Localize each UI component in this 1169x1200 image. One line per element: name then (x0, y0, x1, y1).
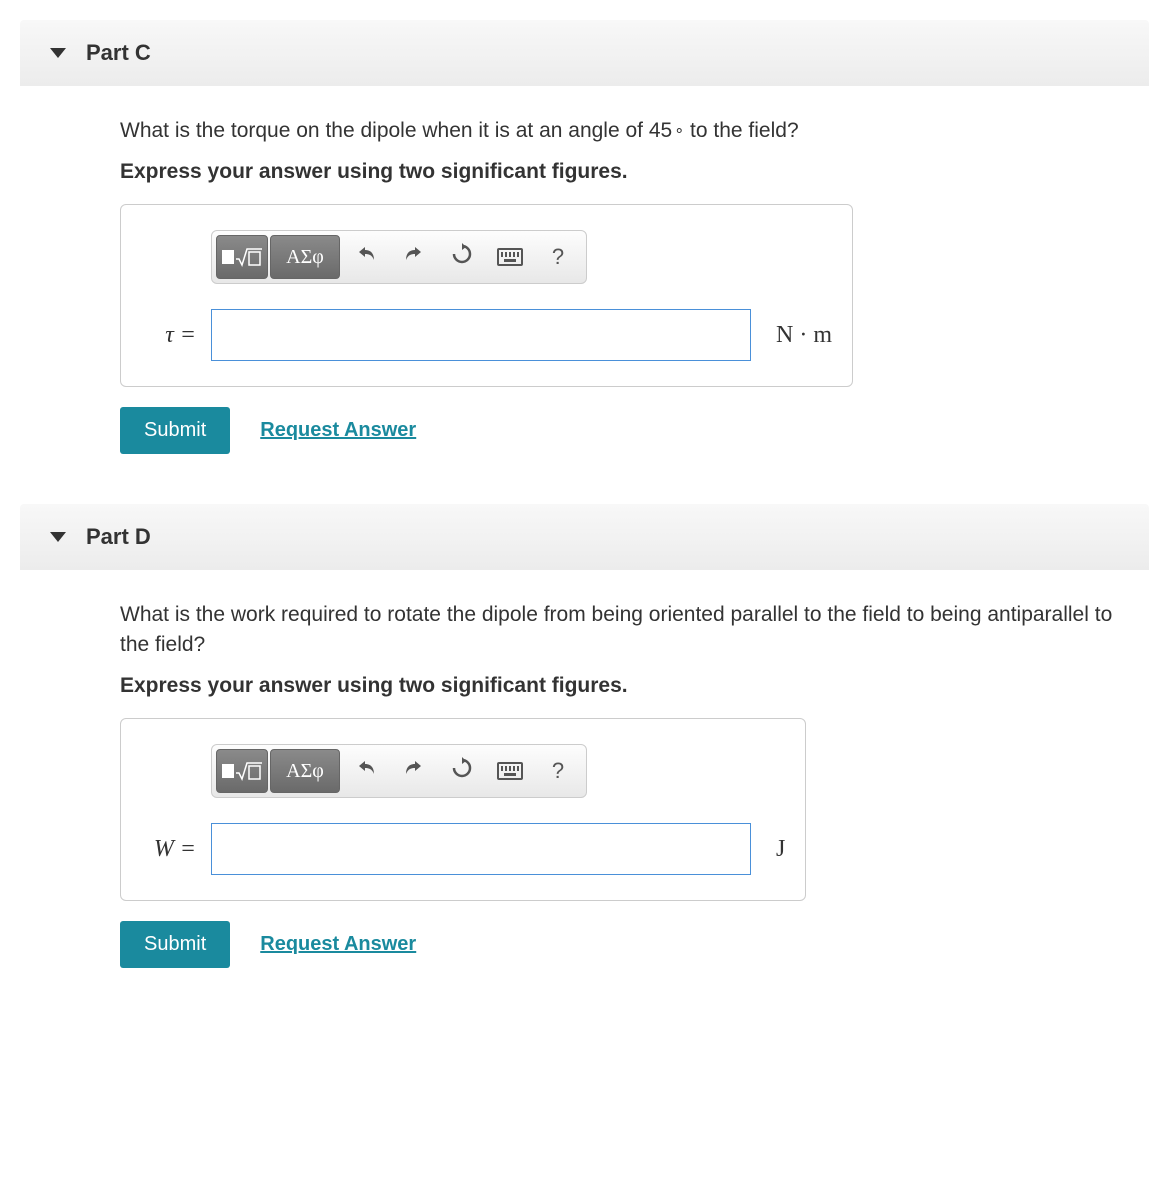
part-d-answer-input[interactable] (211, 823, 751, 875)
undo-icon (354, 242, 378, 272)
variable-w-label: W = (141, 836, 196, 863)
greek-symbols-button[interactable]: ΑΣφ (270, 235, 340, 279)
greek-symbols-button[interactable]: ΑΣφ (270, 749, 340, 793)
degree-symbol: ∘ (674, 122, 684, 139)
part-d-header[interactable]: Part D (20, 504, 1149, 570)
unit-nm-label: N · m (776, 322, 832, 349)
undo-icon (354, 756, 378, 786)
part-c-answer-input[interactable] (211, 309, 751, 361)
root-icon (235, 247, 263, 267)
reset-button[interactable] (438, 235, 486, 279)
keyboard-icon (497, 248, 523, 266)
redo-icon (402, 242, 426, 272)
undo-button[interactable] (342, 235, 390, 279)
part-c-answer-box: ΑΣφ (120, 204, 853, 387)
keyboard-button[interactable] (486, 235, 534, 279)
redo-icon (402, 756, 426, 786)
part-c-title: Part C (86, 40, 151, 66)
part-d-instruction: Express your answer using two significan… (120, 674, 1119, 698)
caret-down-icon (50, 48, 66, 58)
math-templates-button[interactable] (216, 235, 268, 279)
request-answer-link[interactable]: Request Answer (260, 419, 416, 442)
math-templates-button[interactable] (216, 749, 268, 793)
redo-button[interactable] (390, 749, 438, 793)
part-c-body: What is the torque on the dipole when it… (20, 86, 1149, 474)
question-prefix: What is the torque on the dipole when it… (120, 119, 672, 142)
part-d-body: What is the work required to rotate the … (20, 570, 1149, 988)
unit-j-label: J (776, 836, 785, 863)
part-c-header[interactable]: Part C (20, 20, 1149, 86)
part-c-section: Part C What is the torque on the dipole … (20, 20, 1149, 474)
help-button[interactable]: ? (534, 749, 582, 793)
request-answer-link[interactable]: Request Answer (260, 933, 416, 956)
part-d-question: What is the work required to rotate the … (120, 600, 1119, 659)
undo-button[interactable] (342, 749, 390, 793)
math-templates-icon (222, 761, 263, 781)
equation-toolbar: ΑΣφ (211, 744, 587, 798)
submit-button[interactable]: Submit (120, 921, 230, 968)
root-icon (235, 761, 263, 781)
part-c-input-row: τ = N · m (141, 309, 832, 361)
part-d-answer-box: ΑΣφ (120, 718, 806, 901)
submit-button[interactable]: Submit (120, 407, 230, 454)
keyboard-icon (497, 762, 523, 780)
part-c-instruction: Express your answer using two significan… (120, 160, 1119, 184)
equation-toolbar: ΑΣφ (211, 230, 587, 284)
question-suffix: to the field? (684, 119, 798, 142)
caret-down-icon (50, 532, 66, 542)
math-templates-icon (222, 247, 263, 267)
reset-button[interactable] (438, 749, 486, 793)
part-c-question: What is the torque on the dipole when it… (120, 116, 1119, 145)
part-d-actions: Submit Request Answer (120, 921, 1119, 968)
reset-icon (450, 242, 474, 272)
keyboard-button[interactable] (486, 749, 534, 793)
part-d-section: Part D What is the work required to rota… (20, 504, 1149, 988)
redo-button[interactable] (390, 235, 438, 279)
reset-icon (450, 756, 474, 786)
variable-tau-label: τ = (141, 322, 196, 349)
part-d-input-row: W = J (141, 823, 785, 875)
part-d-title: Part D (86, 524, 151, 550)
help-button[interactable]: ? (534, 235, 582, 279)
part-c-actions: Submit Request Answer (120, 407, 1119, 454)
